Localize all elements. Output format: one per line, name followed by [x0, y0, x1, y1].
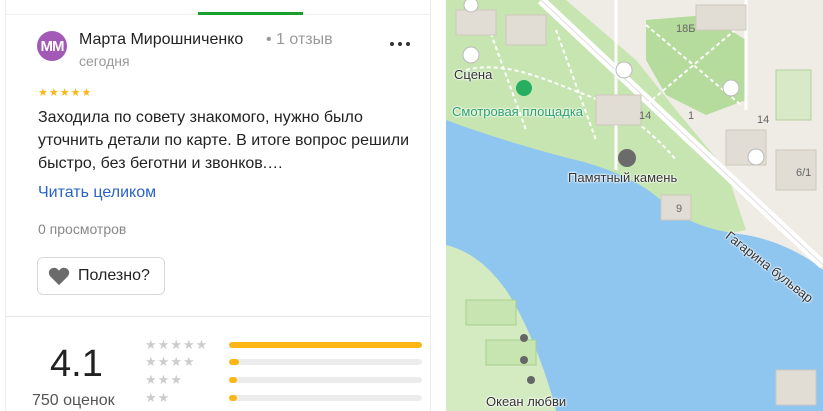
- rating-bar-track: [229, 395, 422, 401]
- map-view[interactable]: Сцена Смотровая площадка Памятный камень…: [446, 0, 823, 411]
- star-icon: ★: [157, 372, 170, 387]
- star-icon: ★: [145, 354, 157, 369]
- map-house-number: 1: [688, 110, 695, 122]
- rating-bar-fill: [229, 377, 237, 383]
- panel-scroll-gutter: [430, 0, 446, 411]
- map-canvas: [446, 0, 823, 411]
- map-house-number: 9: [676, 203, 683, 215]
- star-icon: ★: [38, 87, 48, 99]
- active-tab-indicator: [198, 12, 303, 15]
- rating-row-2: ★ ★: [145, 391, 425, 405]
- star-icon: ★: [145, 372, 157, 387]
- review-stars: ★ ★ ★ ★ ★: [38, 88, 91, 99]
- review-author[interactable]: Марта Мирошниченко: [79, 31, 243, 49]
- star-icon: ★: [170, 354, 182, 369]
- star-icon: ★: [182, 354, 195, 369]
- rating-count: 750 оценок: [32, 392, 115, 409]
- author-reviews-count: • 1 отзыв: [266, 31, 333, 48]
- rating-bar-fill: [229, 395, 237, 401]
- heart-icon: [48, 267, 70, 286]
- rating-row-5: ★ ★ ★ ★ ★: [145, 338, 425, 352]
- map-house-number: 18Б: [676, 23, 696, 35]
- rating-row-4: ★ ★ ★ ★: [145, 355, 425, 369]
- avatar[interactable]: MM: [37, 31, 67, 61]
- rating-row-stars: ★ ★: [145, 391, 169, 404]
- map-label-scene[interactable]: Сцена: [454, 67, 492, 82]
- section-divider: [6, 316, 430, 317]
- views-count: 0 просмотров: [38, 221, 127, 237]
- rating-bar-fill: [229, 359, 239, 365]
- rating-row-3: ★ ★ ★: [145, 373, 425, 387]
- review-date: сегодня: [79, 53, 130, 69]
- star-icon: ★: [182, 337, 195, 352]
- star-icon: ★: [157, 390, 170, 405]
- map-label-ocean[interactable]: Океан любви: [486, 394, 566, 409]
- more-options-icon[interactable]: [390, 34, 414, 54]
- rating-bar-track: [229, 377, 422, 383]
- star-icon: ★: [145, 337, 157, 352]
- panel-left-border: [5, 0, 6, 411]
- rating-bar-fill: [229, 342, 422, 348]
- star-icon: ★: [170, 372, 182, 387]
- star-icon: ★: [81, 87, 92, 99]
- map-house-number: 6/1: [796, 167, 812, 179]
- rating-bar-track: [229, 359, 422, 365]
- review-panel: MM Марта Мирошниченко • 1 отзыв сегодня …: [0, 0, 446, 411]
- rating-row-stars: ★ ★ ★: [145, 373, 182, 386]
- useful-label: Полезно?: [78, 267, 150, 284]
- star-icon: ★: [59, 87, 70, 99]
- star-icon: ★: [195, 337, 208, 352]
- star-icon: ★: [157, 354, 170, 369]
- review-text: Заходила по совету знакомого, нужно было…: [38, 109, 410, 172]
- rating-value: 4.1: [50, 343, 103, 385]
- map-label-memorial-stone[interactable]: Памятный камень: [568, 170, 677, 185]
- rating-row-stars: ★ ★ ★ ★ ★: [145, 338, 207, 351]
- read-more-link[interactable]: Читать целиком: [38, 184, 156, 202]
- star-icon: ★: [145, 390, 157, 405]
- map-label-viewpoint[interactable]: Смотровая площадка: [452, 104, 583, 119]
- star-icon: ★: [48, 87, 59, 99]
- rating-row-stars: ★ ★ ★ ★: [145, 355, 195, 368]
- star-icon: ★: [70, 87, 81, 99]
- map-house-number: 14: [757, 114, 770, 126]
- star-icon: ★: [157, 337, 170, 352]
- map-house-number: 14: [639, 110, 652, 122]
- useful-button[interactable]: Полезно?: [37, 257, 165, 295]
- star-icon: ★: [170, 337, 182, 352]
